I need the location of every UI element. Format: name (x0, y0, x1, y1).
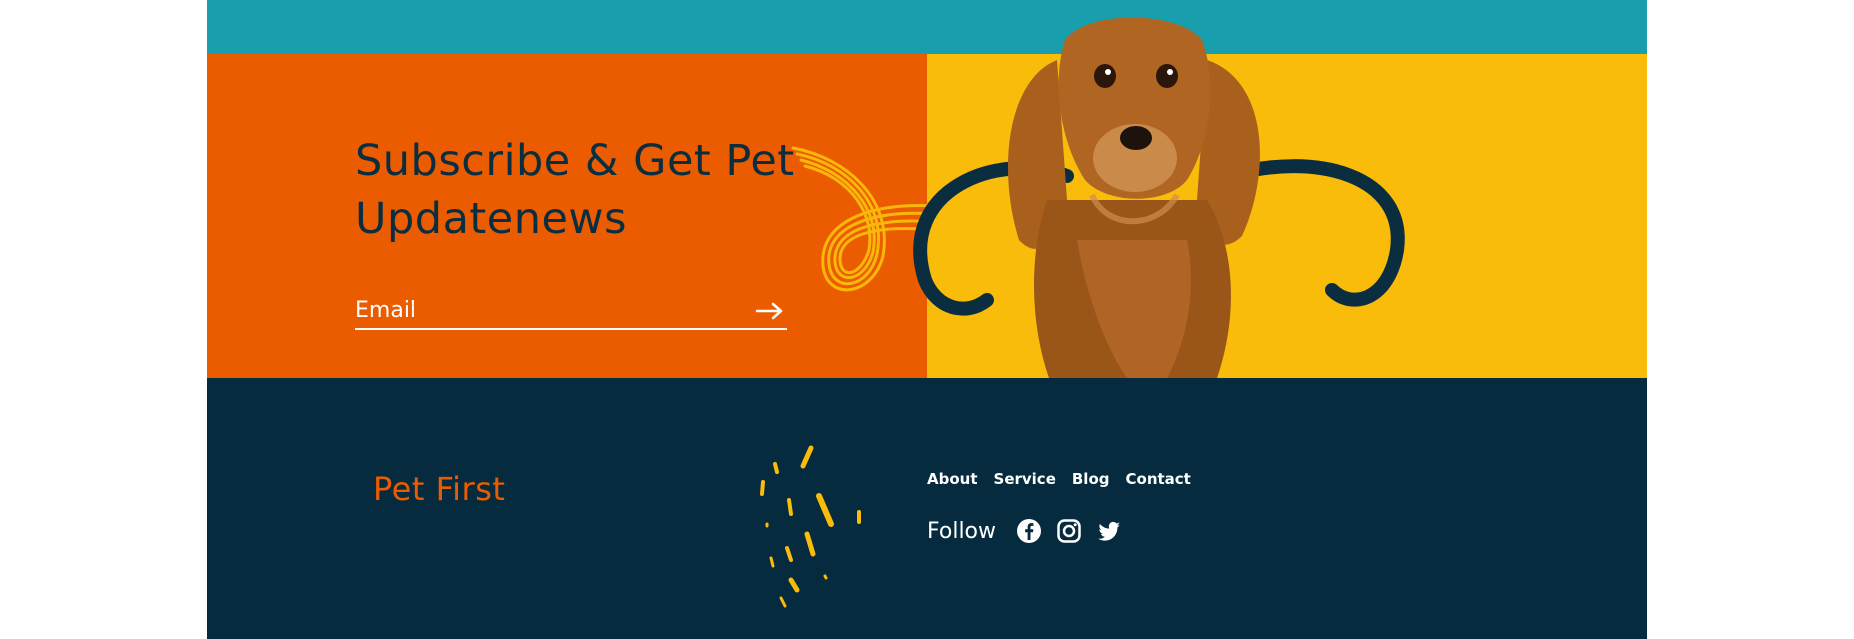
dog-image (913, 17, 1405, 378)
footer: Pet First About Service Blog Contact Fol… (207, 378, 1647, 639)
facebook-icon[interactable] (1016, 518, 1042, 544)
instagram-icon[interactable] (1056, 518, 1082, 544)
nav-blog[interactable]: Blog (1072, 470, 1110, 488)
follow-row: Follow (927, 518, 1136, 544)
follow-label: Follow (927, 518, 997, 544)
footer-nav: About Service Blog Contact (927, 470, 1191, 488)
brand-logo[interactable]: Pet First (373, 470, 505, 508)
dash-decoration (760, 445, 861, 608)
twitter-icon[interactable] (1096, 518, 1122, 544)
nav-service[interactable]: Service (994, 470, 1056, 488)
nav-contact[interactable]: Contact (1126, 470, 1191, 488)
page: Subscribe & Get Pet Updatenews Email Pet… (207, 0, 1647, 639)
nav-about[interactable]: About (927, 470, 978, 488)
